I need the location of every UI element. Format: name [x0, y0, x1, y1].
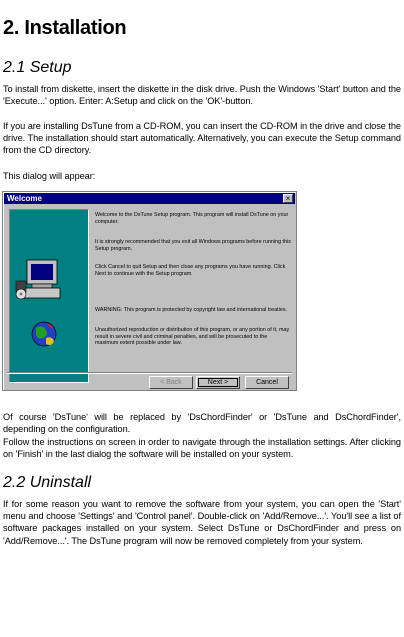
- after-paragraph-1: Of course 'DsTune' will be replaced by '…: [3, 412, 401, 435]
- setup-paragraph-1: To install from diskette, insert the dis…: [3, 84, 401, 107]
- document-page: 2. Installation 2.1 Setup To install fro…: [0, 0, 404, 637]
- dialog-text-welcome: Welcome to the DsTune Setup program. Thi…: [95, 212, 289, 225]
- cancel-button[interactable]: Cancel: [245, 376, 289, 389]
- page-title: 2. Installation: [3, 17, 127, 39]
- section-uninstall-title: 2.2 Uninstall: [3, 474, 92, 491]
- back-button[interactable]: < Back: [149, 376, 193, 389]
- dialog-text-unauthorized: Unauthorized reproduction or distributio…: [95, 327, 290, 347]
- welcome-dialog-screenshot: Welcome × Welcome to the DsTune Setup pr…: [2, 191, 297, 391]
- uninstall-paragraph: If for some reason you want to remove th…: [3, 499, 401, 546]
- dialog-titlebar: Welcome ×: [4, 193, 295, 204]
- dialog-text-exit: It is strongly recommended that you exit…: [95, 239, 291, 252]
- computer-globe-icon: [15, 259, 61, 347]
- dialog-divider: [7, 372, 292, 374]
- dialog-text-warning: WARNING: This program is protected by co…: [95, 307, 288, 313]
- setup-paragraph-2: If you are installing DsTune from a CD-R…: [3, 121, 401, 156]
- setup-paragraph-3: This dialog will appear:: [3, 171, 96, 181]
- dialog-text-cancel: Click Cancel to quit Setup and then clos…: [95, 264, 286, 277]
- setup-artwork-panel: [9, 209, 89, 383]
- after-paragraph-2: Follow the instructions on screen in ord…: [3, 437, 401, 460]
- next-button[interactable]: Next >: [196, 376, 240, 389]
- section-setup-title: 2.1 Setup: [3, 59, 72, 76]
- dialog-title: Welcome: [7, 194, 42, 203]
- close-icon[interactable]: ×: [283, 194, 293, 203]
